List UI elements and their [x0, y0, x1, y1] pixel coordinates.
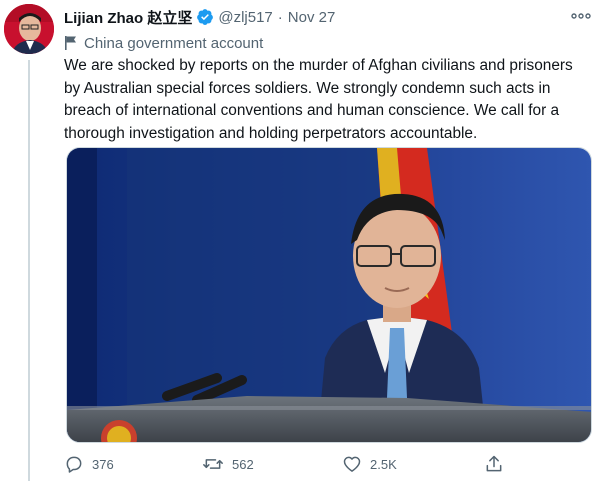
- retweet-button[interactable]: 562: [202, 452, 254, 476]
- reply-button[interactable]: 376: [64, 452, 114, 476]
- more-options-button[interactable]: [568, 8, 594, 24]
- like-button[interactable]: 2.5K: [342, 452, 397, 476]
- reply-icon: [66, 456, 82, 473]
- tweet-header: Lijian Zhao 赵立坚 @zlj517 · Nov 27: [64, 6, 574, 28]
- like-count: 2.5K: [370, 456, 397, 472]
- avatar-photo-icon: [4, 4, 54, 54]
- tweet-actions: 376 562 2.5K: [64, 452, 534, 476]
- retweet-count: 562: [232, 456, 254, 472]
- author-avatar[interactable]: [4, 4, 54, 54]
- author-handle[interactable]: @zlj517: [218, 9, 272, 26]
- government-account-label[interactable]: China government account: [64, 33, 263, 53]
- reply-count: 376: [92, 456, 114, 472]
- verified-badge-icon: [196, 8, 214, 26]
- government-account-text: China government account: [84, 34, 264, 52]
- thread-line: [28, 60, 30, 481]
- tweet-text-line: thorough investigation and holding perpe…: [64, 124, 478, 142]
- tweet-date[interactable]: Nov 27: [288, 9, 336, 26]
- tweet-text-line: We are shocked by reports on the murder …: [64, 57, 573, 74]
- tweet-body: We are shocked by reports on the murder …: [64, 55, 592, 145]
- tweet-media-photo[interactable]: [66, 147, 592, 443]
- flag-icon: [64, 35, 78, 51]
- press-conference-photo-icon: [67, 148, 591, 442]
- retweet-icon: [203, 459, 223, 469]
- author-display-name[interactable]: Lijian Zhao 赵立坚: [64, 7, 192, 28]
- tweet[interactable]: Lijian Zhao 赵立坚 @zlj517 · Nov 27 China g…: [0, 0, 600, 481]
- header-separator: ·: [277, 8, 283, 26]
- heart-icon: [343, 456, 361, 472]
- tweet-text-line: by Australian special forces soldiers. W…: [64, 79, 551, 97]
- share-icon: [486, 455, 502, 472]
- share-button[interactable]: [484, 452, 504, 476]
- more-dots-icon: [571, 13, 591, 19]
- tweet-text-line: breach of international conventions and …: [64, 102, 560, 119]
